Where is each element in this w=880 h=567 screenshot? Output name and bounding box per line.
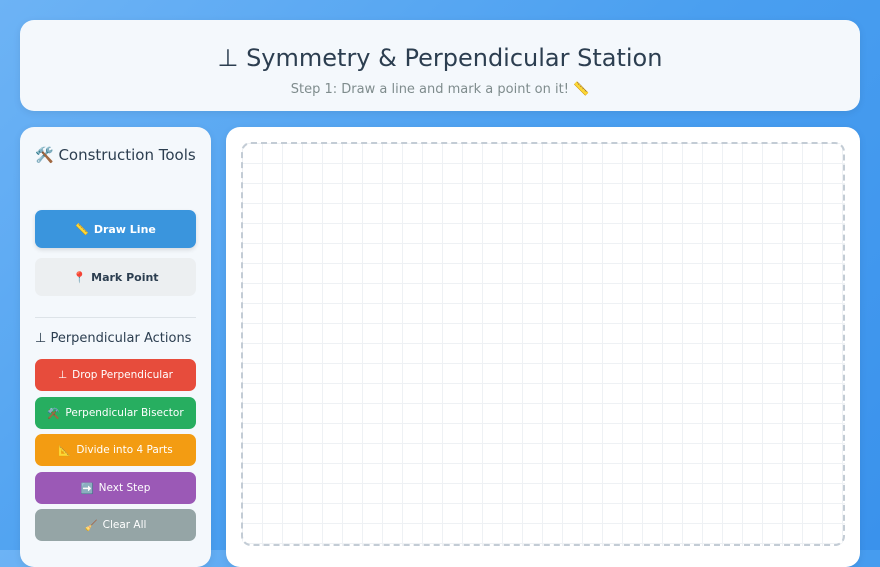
perpendicular-bisector-button[interactable]: ⚒️ Perpendicular Bisector <box>35 397 196 429</box>
hammer-pick-icon: ⚒️ <box>47 407 61 420</box>
construction-tools-heading: 🛠️ Construction Tools <box>35 146 196 164</box>
clear-all-label: Clear All <box>102 519 147 531</box>
divide-four-parts-label: Divide into 4 Parts <box>76 444 173 456</box>
perpendicular-icon: ⊥ <box>58 369 68 381</box>
perpendicular-bisector-label: Perpendicular Bisector <box>65 407 184 419</box>
step-instruction: Step 1: Draw a line and mark a point on … <box>290 82 590 97</box>
mark-point-button[interactable]: 📍 Mark Point <box>35 258 196 296</box>
mark-point-label: Mark Point <box>91 270 159 284</box>
arrow-right-icon: ➡️ <box>80 482 94 495</box>
header-panel: ⊥ Symmetry & Perpendicular Station Step … <box>20 20 860 111</box>
perpendicular-actions-heading: ⊥ Perpendicular Actions <box>35 331 192 346</box>
drop-perpendicular-label: Drop Perpendicular <box>72 369 173 381</box>
clear-all-button[interactable]: 🧹 Clear All <box>35 509 196 541</box>
page-title: ⊥ Symmetry & Perpendicular Station <box>217 44 663 72</box>
pin-icon: 📍 <box>72 270 87 284</box>
broom-icon: 🧹 <box>84 519 98 532</box>
draw-line-label: Draw Line <box>93 222 156 236</box>
construction-sidebar: 🛠️ Construction Tools 📏 Draw Line 📍 Mark… <box>20 127 211 567</box>
divide-four-parts-button[interactable]: 📐 Divide into 4 Parts <box>35 434 196 466</box>
draw-line-button[interactable]: 📏 Draw Line <box>35 210 196 248</box>
sidebar-divider <box>35 317 196 318</box>
next-step-button[interactable]: ➡️ Next Step <box>35 472 196 504</box>
drawing-canvas[interactable] <box>241 142 845 546</box>
ruler-icon: 📏 <box>75 222 89 236</box>
canvas-panel <box>226 127 860 567</box>
triangle-ruler-icon: 📐 <box>58 444 72 457</box>
drop-perpendicular-button[interactable]: ⊥ Drop Perpendicular <box>35 359 196 391</box>
next-step-label: Next Step <box>98 482 151 494</box>
